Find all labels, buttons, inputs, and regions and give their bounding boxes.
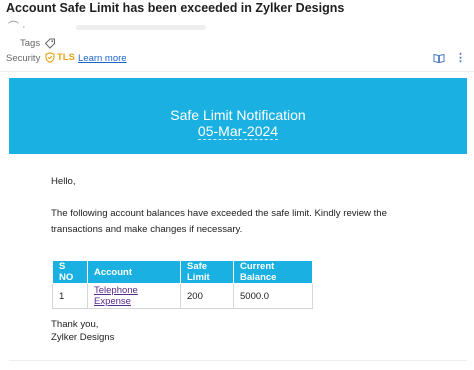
book-icon[interactable] <box>433 52 445 64</box>
banner-date: 05-Mar-2024 <box>9 123 467 140</box>
sign-off-company: Zylker Designs <box>51 331 115 343</box>
tls-text: TLS <box>57 52 75 63</box>
shield-icon <box>45 52 55 63</box>
sender-avatar-icon: ⌒ · <box>8 21 26 33</box>
header-account: Account <box>87 260 181 284</box>
notification-banner: Safe Limit Notification 05-Mar-2024 <box>9 78 467 154</box>
table-row: 1 Telephone Expense 200 5000.0 <box>52 283 313 309</box>
email-subject: Account Safe Limit has been exceeded in … <box>6 1 345 15</box>
balances-table: S NO Account Safe Limit Current Balance … <box>52 260 313 309</box>
cell-sno: 1 <box>52 283 88 309</box>
sign-off-thanks: Thank you, <box>51 319 99 330</box>
greeting-text: Hello, <box>51 176 76 187</box>
sender-row: ⌒ · <box>6 20 206 34</box>
more-icon[interactable]: ⋮ <box>455 51 466 64</box>
header-safe-limit: Safe Limit <box>180 260 234 284</box>
banner-date-text: 05-Mar-2024 <box>197 123 279 140</box>
cell-current-balance: 5000.0 <box>233 283 313 309</box>
tag-icon[interactable] <box>44 37 56 49</box>
header-sno: S NO <box>52 260 88 284</box>
cell-account: Telephone Expense <box>87 283 181 309</box>
account-link[interactable]: Telephone Expense <box>94 285 138 307</box>
body-paragraph: The following account balances have exce… <box>51 208 387 235</box>
footer-divider <box>9 360 467 361</box>
security-label: Security <box>6 53 41 64</box>
sender-address-blurred <box>76 25 206 30</box>
sign-off: Thank you, Zylker Designs <box>51 319 114 344</box>
banner-title: Safe Limit Notification <box>170 107 306 123</box>
tls-badge: TLS <box>45 52 75 63</box>
learn-more-link[interactable]: Learn more <box>78 53 127 64</box>
header-current-balance: Current Balance <box>233 260 313 284</box>
header-divider <box>0 71 474 72</box>
cell-safe-limit: 200 <box>180 283 234 309</box>
tags-label: Tags <box>20 38 41 49</box>
table-header-row: S NO Account Safe Limit Current Balance <box>52 260 313 284</box>
